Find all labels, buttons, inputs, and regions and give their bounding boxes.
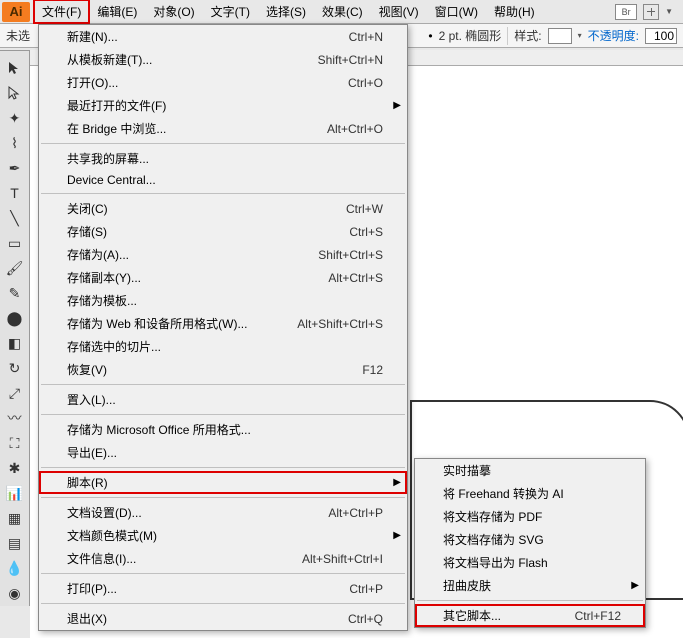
menu-new[interactable]: 新建(N)...Ctrl+N xyxy=(39,25,407,48)
opacity-input[interactable]: 100 xyxy=(645,28,677,44)
eraser-tool[interactable]: ◧ xyxy=(3,331,27,355)
menu-exit[interactable]: 退出(X)Ctrl+Q xyxy=(39,607,407,630)
submenu-save-svg[interactable]: 将文档存储为 SVG xyxy=(415,528,645,551)
gradient-tool[interactable]: ▤ xyxy=(3,531,27,555)
selection-tool[interactable] xyxy=(3,56,27,80)
menu-object[interactable]: 对象(O) xyxy=(145,0,202,23)
menu-save-copy[interactable]: 存储副本(Y)...Alt+Ctrl+S xyxy=(39,266,407,289)
menu-save-as[interactable]: 存储为(A)...Shift+Ctrl+S xyxy=(39,243,407,266)
menu-save-office[interactable]: 存储为 Microsoft Office 所用格式... xyxy=(39,418,407,441)
blob-brush-tool[interactable]: ⬤ xyxy=(3,306,27,330)
blend-tool[interactable]: ◉ xyxy=(3,581,27,605)
chevron-right-icon: ▶ xyxy=(631,580,639,591)
scripts-submenu: 实时描摹 将 Freehand 转换为 AI 将文档存储为 PDF 将文档存储为… xyxy=(414,458,646,628)
menu-view[interactable]: 视图(V) xyxy=(371,0,427,23)
menu-separator xyxy=(41,467,405,468)
warp-tool[interactable]: 〰 xyxy=(3,406,27,430)
menu-scripts[interactable]: 脚本(R)▶ xyxy=(39,471,407,494)
mesh-tool[interactable]: ▦ xyxy=(3,506,27,530)
menu-from-template[interactable]: 从模板新建(T)...Shift+Ctrl+N xyxy=(39,48,407,71)
submenu-export-flash[interactable]: 将文档导出为 Flash xyxy=(415,551,645,574)
stroke-dot-icon: • xyxy=(428,29,432,43)
menu-effect[interactable]: 效果(C) xyxy=(314,0,371,23)
menu-export[interactable]: 导出(E)... xyxy=(39,441,407,464)
menu-separator xyxy=(41,573,405,574)
menu-save-template[interactable]: 存储为模板... xyxy=(39,289,407,312)
bridge-icon[interactable]: Br xyxy=(615,4,637,20)
selection-label: 未选 xyxy=(6,27,30,44)
chevron-right-icon: ▶ xyxy=(393,477,401,488)
menu-bridge[interactable]: 在 Bridge 中浏览...Alt+Ctrl+O xyxy=(39,117,407,140)
style-swatch[interactable] xyxy=(548,28,572,44)
submenu-save-pdf[interactable]: 将文档存储为 PDF xyxy=(415,505,645,528)
eyedropper-tool[interactable]: 💧 xyxy=(3,556,27,580)
menu-window[interactable]: 窗口(W) xyxy=(427,0,486,23)
submenu-other-scripts[interactable]: 其它脚本...Ctrl+F12 xyxy=(415,604,645,627)
paintbrush-tool[interactable]: 🖌 xyxy=(3,256,27,280)
menu-place[interactable]: 置入(L)... xyxy=(39,388,407,411)
menu-select[interactable]: 选择(S) xyxy=(258,0,314,23)
app-logo: Ai xyxy=(2,2,30,22)
line-tool[interactable]: ╲ xyxy=(3,206,27,230)
submenu-freehand[interactable]: 将 Freehand 转换为 AI xyxy=(415,482,645,505)
menu-edit[interactable]: 编辑(E) xyxy=(89,0,145,23)
menu-device-central[interactable]: Device Central... xyxy=(39,170,407,190)
menu-color-mode[interactable]: 文档颜色模式(M)▶ xyxy=(39,524,407,547)
menu-separator xyxy=(41,193,405,194)
chevron-right-icon: ▶ xyxy=(393,100,401,111)
menu-help[interactable]: 帮助(H) xyxy=(486,0,543,23)
separator xyxy=(507,27,508,45)
opacity-label[interactable]: 不透明度: xyxy=(588,27,639,44)
direct-selection-tool[interactable] xyxy=(3,81,27,105)
menu-separator xyxy=(41,414,405,415)
menu-revert[interactable]: 恢复(V)F12 xyxy=(39,358,407,381)
menu-separator xyxy=(41,143,405,144)
scale-tool[interactable]: ⤢ xyxy=(3,381,27,405)
menu-save-slices[interactable]: 存储选中的切片... xyxy=(39,335,407,358)
pencil-tool[interactable]: ✎ xyxy=(3,281,27,305)
free-transform-tool[interactable]: ⛶ xyxy=(3,431,27,455)
stroke-value[interactable]: 2 pt. 椭圆形 xyxy=(439,27,502,44)
arrange-icon[interactable] xyxy=(643,4,659,20)
menu-save[interactable]: 存储(S)Ctrl+S xyxy=(39,220,407,243)
menubar: Ai 文件(F) 编辑(E) 对象(O) 文字(T) 选择(S) 效果(C) 视… xyxy=(0,0,683,24)
file-dropdown: 新建(N)...Ctrl+N 从模板新建(T)...Shift+Ctrl+N 打… xyxy=(38,24,408,631)
submenu-warp[interactable]: 扭曲皮肤▶ xyxy=(415,574,645,597)
chevron-down-icon[interactable]: ▾ xyxy=(578,31,582,40)
lasso-tool[interactable]: ⌇ xyxy=(3,131,27,155)
menu-doc-setup[interactable]: 文档设置(D)...Alt+Ctrl+P xyxy=(39,501,407,524)
toolbox: ✦ ⌇ ✒ T ╲ ▭ 🖌 ✎ ⬤ ◧ ↻ ⤢ 〰 ⛶ ✱ 📊 ▦ ▤ 💧 ◉ xyxy=(0,50,30,606)
menu-recent[interactable]: 最近打开的文件(F)▶ xyxy=(39,94,407,117)
menu-separator xyxy=(417,600,643,601)
chevron-down-icon[interactable]: ▼ xyxy=(665,7,673,16)
menubar-right: Br ▼ xyxy=(615,4,681,20)
menu-text[interactable]: 文字(T) xyxy=(203,0,258,23)
style-label: 样式: xyxy=(514,27,541,44)
menu-separator xyxy=(41,384,405,385)
menu-file[interactable]: 文件(F) xyxy=(34,0,89,23)
type-tool[interactable]: T xyxy=(3,181,27,205)
menu-print[interactable]: 打印(P)...Ctrl+P xyxy=(39,577,407,600)
pen-tool[interactable]: ✒ xyxy=(3,156,27,180)
submenu-live-trace[interactable]: 实时描摹 xyxy=(415,459,645,482)
menu-save-web[interactable]: 存储为 Web 和设备所用格式(W)...Alt+Shift+Ctrl+S xyxy=(39,312,407,335)
menu-close[interactable]: 关闭(C)Ctrl+W xyxy=(39,197,407,220)
menu-share-screen[interactable]: 共享我的屏幕... xyxy=(39,147,407,170)
chevron-right-icon: ▶ xyxy=(393,530,401,541)
graph-tool[interactable]: 📊 xyxy=(3,481,27,505)
menu-file-info[interactable]: 文件信息(I)...Alt+Shift+Ctrl+I xyxy=(39,547,407,570)
symbol-sprayer-tool[interactable]: ✱ xyxy=(3,456,27,480)
magic-wand-tool[interactable]: ✦ xyxy=(3,106,27,130)
rectangle-tool[interactable]: ▭ xyxy=(3,231,27,255)
menu-open[interactable]: 打开(O)...Ctrl+O xyxy=(39,71,407,94)
rotate-tool[interactable]: ↻ xyxy=(3,356,27,380)
menu-separator xyxy=(41,497,405,498)
menu-separator xyxy=(41,603,405,604)
